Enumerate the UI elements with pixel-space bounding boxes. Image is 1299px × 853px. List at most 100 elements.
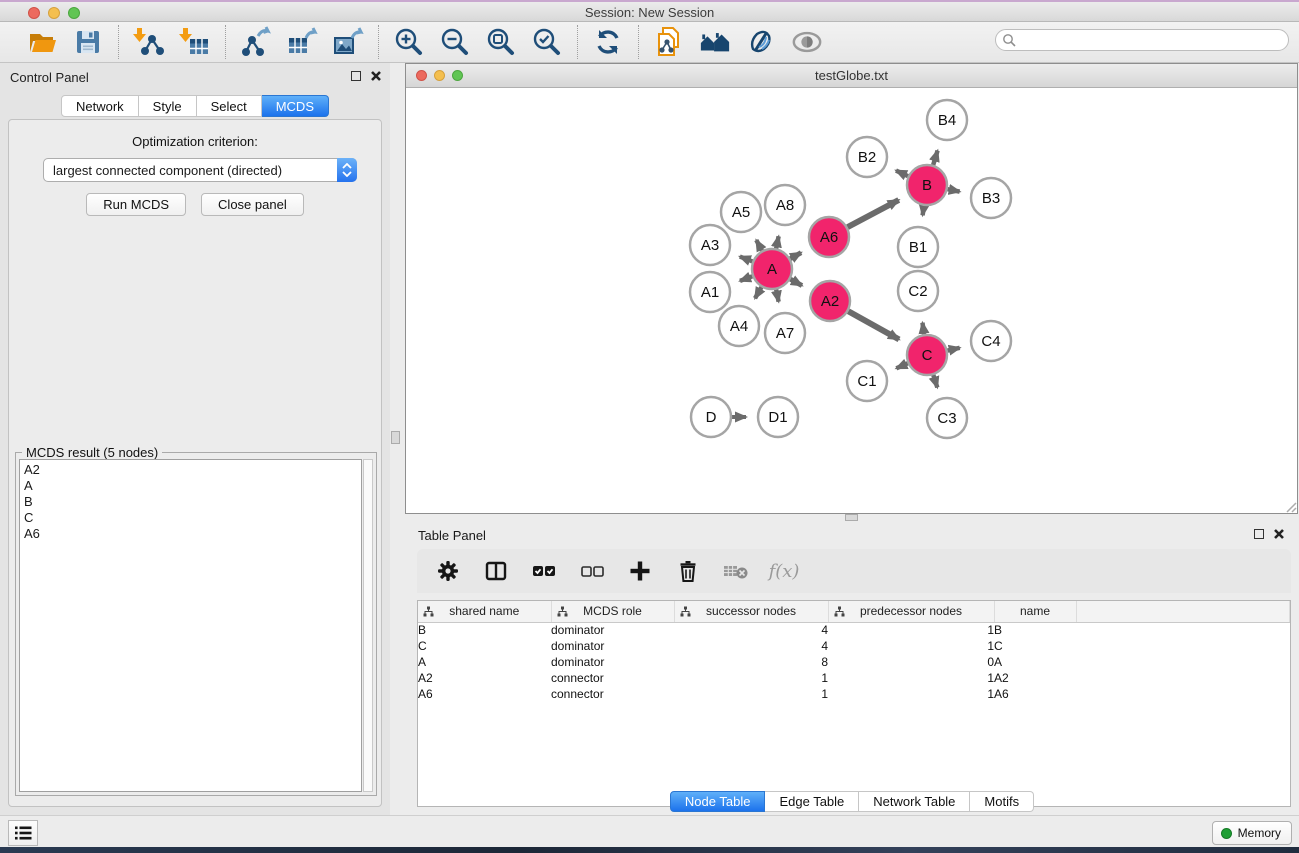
mcds-result-item[interactable]: A bbox=[24, 478, 361, 494]
graph-edge-B-B3[interactable] bbox=[948, 189, 960, 191]
first-neighbors-icon[interactable] bbox=[699, 26, 731, 58]
network-canvas[interactable]: B4B2BB3A5A8A6B1A3AC2A1A2A4A7C4CC1DD1C3 bbox=[406, 88, 1297, 513]
table-row[interactable]: Cdominator41C bbox=[418, 638, 1290, 654]
search-input[interactable] bbox=[995, 29, 1289, 51]
column-header-name[interactable]: name bbox=[994, 601, 1076, 622]
table-cell[interactable]: dominator bbox=[551, 638, 674, 654]
float-table-panel-icon[interactable] bbox=[1254, 529, 1264, 539]
zoom-selected-icon[interactable] bbox=[531, 26, 563, 58]
table-cell[interactable]: A bbox=[994, 654, 1076, 670]
table-cell[interactable]: A2 bbox=[994, 670, 1076, 686]
graph-edge-A2-C[interactable] bbox=[848, 311, 899, 339]
tab-edge-table[interactable]: Edge Table bbox=[765, 791, 859, 812]
graph-edge-B-B1[interactable] bbox=[923, 206, 924, 216]
mcds-result-item[interactable]: B bbox=[24, 494, 361, 510]
table-cell[interactable]: 1 bbox=[828, 622, 994, 638]
optimization-criterion-dropdown[interactable]: largest connected component (directed) bbox=[43, 158, 357, 182]
horizontal-splitter-handle[interactable] bbox=[845, 514, 858, 521]
close-table-panel-icon[interactable] bbox=[1273, 528, 1285, 540]
graph-edge-C-C3[interactable] bbox=[933, 375, 937, 387]
new-network-from-selection-icon[interactable] bbox=[653, 26, 685, 58]
table-cell[interactable]: 0 bbox=[828, 654, 994, 670]
graph-edge-A-A1[interactable] bbox=[740, 276, 752, 281]
resize-grip-icon[interactable] bbox=[1283, 499, 1297, 513]
table-cell[interactable]: A6 bbox=[994, 686, 1076, 702]
export-network-icon[interactable] bbox=[240, 26, 272, 58]
delete-column-icon[interactable] bbox=[675, 558, 701, 584]
save-session-icon[interactable] bbox=[72, 26, 104, 58]
birds-eye-view-icon[interactable] bbox=[791, 26, 823, 58]
zoom-out-icon[interactable] bbox=[439, 26, 471, 58]
run-mcds-button[interactable]: Run MCDS bbox=[86, 193, 186, 216]
mcds-result-item[interactable]: A2 bbox=[24, 462, 361, 478]
tab-network-table[interactable]: Network Table bbox=[859, 791, 970, 812]
vertical-splitter-handle[interactable] bbox=[391, 431, 400, 444]
table-cell[interactable]: dominator bbox=[551, 622, 674, 638]
table-cell[interactable]: connector bbox=[551, 686, 674, 702]
graph-edge-A-A4[interactable] bbox=[755, 287, 761, 298]
refresh-layout-icon[interactable] bbox=[592, 26, 624, 58]
mcds-result-item[interactable]: C bbox=[24, 510, 361, 526]
column-header-predecessor-nodes[interactable]: predecessor nodes bbox=[828, 601, 994, 622]
show-columns-icon[interactable] bbox=[483, 558, 509, 584]
graph-edge-A-A6[interactable] bbox=[790, 253, 801, 259]
tab-style[interactable]: Style bbox=[139, 95, 197, 117]
table-cell[interactable]: C bbox=[418, 638, 551, 654]
result-scrollbar[interactable] bbox=[363, 459, 373, 792]
column-header-shared-name[interactable]: shared name bbox=[418, 601, 551, 622]
table-cell[interactable]: 4 bbox=[674, 638, 828, 654]
delete-table-icon[interactable] bbox=[723, 558, 749, 584]
graph-edge-C-C2[interactable] bbox=[922, 323, 924, 335]
column-header-successor-nodes[interactable]: successor nodes bbox=[674, 601, 828, 622]
table-row[interactable]: Adominator80A bbox=[418, 654, 1290, 670]
float-panel-icon[interactable] bbox=[351, 71, 361, 81]
table-cell[interactable]: 1 bbox=[674, 686, 828, 702]
network-window-titlebar[interactable]: testGlobe.txt bbox=[406, 64, 1297, 88]
select-all-columns-icon[interactable] bbox=[531, 558, 557, 584]
table-cell[interactable]: 1 bbox=[828, 670, 994, 686]
graph-edge-C-C4[interactable] bbox=[948, 348, 960, 351]
task-history-button[interactable] bbox=[8, 820, 38, 846]
open-session-icon[interactable] bbox=[26, 26, 58, 58]
close-panel-icon[interactable] bbox=[370, 70, 382, 82]
table-cell[interactable]: 4 bbox=[674, 622, 828, 638]
table-row[interactable]: Bdominator41B bbox=[418, 622, 1290, 638]
tab-mcds[interactable]: MCDS bbox=[262, 95, 329, 117]
zoom-in-icon[interactable] bbox=[393, 26, 425, 58]
unselect-all-columns-icon[interactable] bbox=[579, 558, 605, 584]
table-cell[interactable]: connector bbox=[551, 670, 674, 686]
graph-edge-C-C1[interactable] bbox=[896, 363, 907, 368]
memory-button[interactable]: Memory bbox=[1212, 821, 1292, 845]
table-cell[interactable]: A2 bbox=[418, 670, 551, 686]
table-row[interactable]: A2connector11A2 bbox=[418, 670, 1290, 686]
function-builder-icon[interactable]: f(x) bbox=[771, 558, 797, 584]
graph-edge-A-A3[interactable] bbox=[740, 257, 753, 262]
graph-edge-A-A8[interactable] bbox=[776, 236, 778, 248]
table-cell[interactable]: 1 bbox=[828, 686, 994, 702]
table-cell[interactable]: 1 bbox=[828, 638, 994, 654]
table-cell[interactable]: dominator bbox=[551, 654, 674, 670]
column-header-MCDS-role[interactable]: MCDS role bbox=[551, 601, 674, 622]
table-cell[interactable]: C bbox=[994, 638, 1076, 654]
table-cell[interactable]: A6 bbox=[418, 686, 551, 702]
table-cell[interactable]: A bbox=[418, 654, 551, 670]
graph-edge-A6-B[interactable] bbox=[848, 200, 899, 227]
create-column-icon[interactable] bbox=[627, 558, 653, 584]
show-hide-graphics-icon[interactable] bbox=[745, 26, 777, 58]
mcds-result-item[interactable]: A6 bbox=[24, 526, 361, 542]
graph-edge-A-A7[interactable] bbox=[776, 290, 778, 302]
graph-edge-B-B2[interactable] bbox=[896, 171, 908, 177]
table-cell[interactable]: B bbox=[994, 622, 1076, 638]
table-row[interactable]: A6connector11A6 bbox=[418, 686, 1290, 702]
tab-select[interactable]: Select bbox=[197, 95, 262, 117]
zoom-fit-icon[interactable] bbox=[485, 26, 517, 58]
close-panel-button[interactable]: Close panel bbox=[201, 193, 304, 216]
table-settings-gear-icon[interactable] bbox=[435, 558, 461, 584]
graph-edge-B-B4[interactable] bbox=[933, 151, 937, 165]
export-table-icon[interactable] bbox=[286, 26, 318, 58]
table-cell[interactable]: B bbox=[418, 622, 551, 638]
tab-node-table[interactable]: Node Table bbox=[670, 791, 766, 812]
graph-edge-A-A2[interactable] bbox=[790, 279, 802, 285]
import-network-icon[interactable] bbox=[133, 26, 165, 58]
tab-motifs[interactable]: Motifs bbox=[970, 791, 1034, 812]
